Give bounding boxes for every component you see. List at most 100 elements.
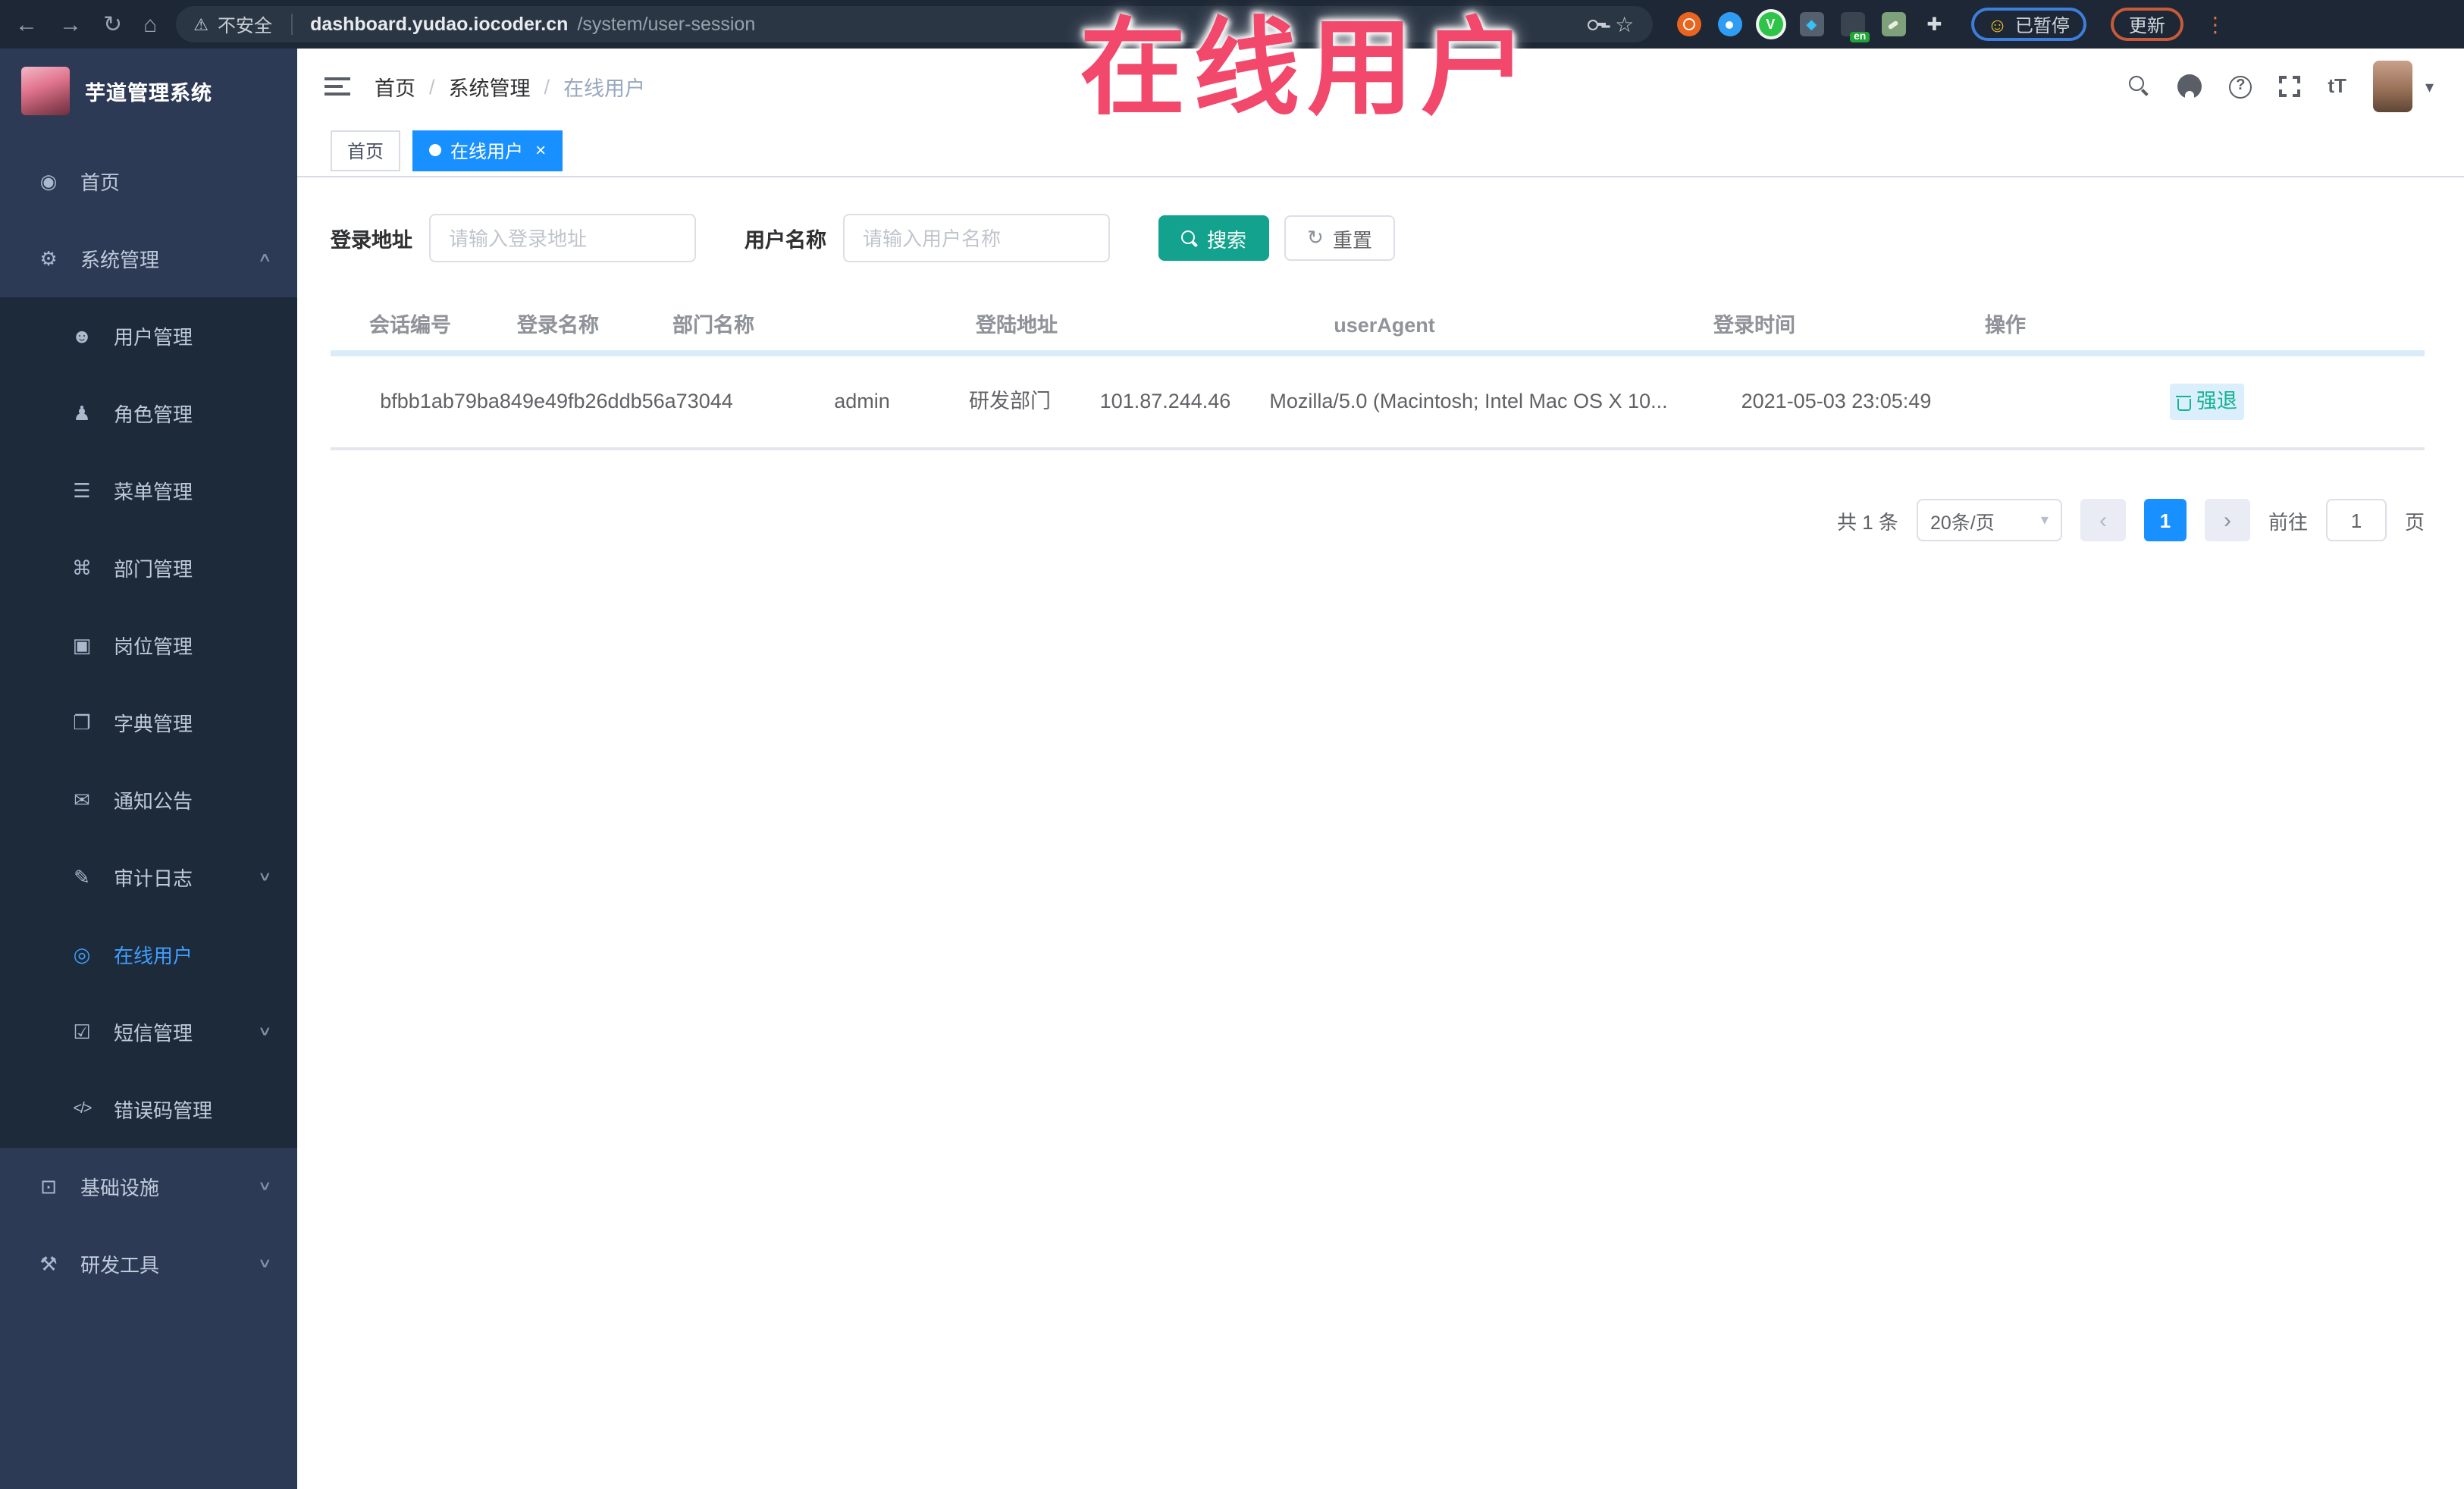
column-header: 部门名称 bbox=[672, 313, 754, 337]
sidebar-item-label: 审计日志 bbox=[114, 867, 193, 890]
search-icon[interactable] bbox=[2129, 76, 2150, 97]
user-icon: ☻ bbox=[71, 324, 92, 347]
screen: ← → ↻ ⌂ ⚠ 不安全 dashboard.yudao.iocoder.cn /s… bbox=[0, 0, 2464, 1489]
vpn-ext-icon[interactable] bbox=[1758, 12, 1783, 36]
table-header: 会话编号 登录名称 部门名称 登陆地址 userAgent 登录时间 操作 bbox=[331, 302, 2425, 356]
sidebar-item-label: 首页 bbox=[80, 171, 121, 194]
close-icon[interactable]: × bbox=[532, 141, 546, 159]
sms-icon: ☑ bbox=[73, 1020, 91, 1042]
breadcrumb-item: 在线用户 bbox=[563, 77, 646, 100]
force-logout-button[interactable]: 强退 bbox=[2169, 383, 2243, 421]
textsize-icon[interactable] bbox=[2328, 73, 2346, 100]
hamburger-icon[interactable] bbox=[324, 77, 350, 96]
sidebar-item-label: 菜单管理 bbox=[114, 481, 193, 503]
top-navbar: 首页 / 系统管理 / 在线用户 ▾ bbox=[297, 49, 2464, 124]
address-bar[interactable]: ⚠ 不安全 dashboard.yudao.iocoder.cn /system… bbox=[175, 6, 1653, 42]
next-page-button[interactable]: › bbox=[2204, 499, 2250, 541]
cell-user-agent: Mozilla/5.0 (Macintosh; Intel Mac OS X 1… bbox=[1269, 389, 1668, 412]
breadcrumb-item[interactable]: 系统管理 bbox=[449, 71, 531, 102]
fullscreen-icon[interactable] bbox=[2279, 76, 2301, 97]
sidebar-item[interactable]: ⚒ 研发工具 ∨ bbox=[0, 1225, 297, 1302]
star-icon[interactable]: ☆ bbox=[1615, 11, 1634, 37]
audit-icon: ✎ bbox=[74, 865, 90, 888]
help-icon[interactable] bbox=[2229, 75, 2252, 98]
sidebar-item[interactable]: ☻ 用户管理 bbox=[0, 297, 297, 375]
warning-icon: ⚠ bbox=[193, 16, 209, 34]
gem-ext-icon[interactable] bbox=[1799, 12, 1824, 36]
cell-session-id: bfbb1ab79ba849e49fb26ddb56a73044 bbox=[380, 389, 733, 412]
avatar bbox=[2373, 61, 2413, 112]
reload-icon[interactable]: ↻ bbox=[103, 13, 122, 36]
page-suffix: 页 bbox=[2404, 510, 2425, 533]
sidebar-item-label: 短信管理 bbox=[114, 1022, 193, 1045]
sidebar-item-label: 岗位管理 bbox=[114, 635, 193, 658]
breadcrumb-item[interactable]: 首页 bbox=[375, 71, 415, 102]
sidebar-item[interactable]: ☑ 短信管理 ∨ bbox=[0, 993, 297, 1071]
cell-login-name: admin bbox=[834, 389, 890, 412]
trash-icon bbox=[2175, 393, 2190, 410]
back-icon[interactable]: ← bbox=[15, 13, 38, 36]
pin-ext-icon[interactable] bbox=[1717, 12, 1742, 36]
sidebar-item-label: 研发工具 bbox=[80, 1254, 160, 1277]
sidebar-item[interactable]: ⊡ 基础设施 ∨ bbox=[0, 1148, 297, 1225]
username-input[interactable] bbox=[843, 214, 1110, 262]
chevron-up-icon: ∧ bbox=[257, 251, 272, 266]
sidebar-item[interactable]: ⚙ 系统管理 ∧ bbox=[0, 220, 297, 297]
user-menu[interactable]: ▾ bbox=[2373, 61, 2434, 112]
page-number-button[interactable]: 1 bbox=[2143, 499, 2187, 541]
column-header: 操作 bbox=[1985, 313, 2026, 337]
total-count: 共 1 条 bbox=[1837, 510, 1898, 533]
search-button-label: 搜索 bbox=[1207, 228, 1247, 251]
sidebar-menu: ◉ 首页 ⚙ 系统管理 ∧ ☻ 用户管理 ♟ 角色管理 ☰ 菜单管理 ⌘ 部门管… bbox=[0, 143, 297, 1302]
ubuntu-ext-icon[interactable] bbox=[1676, 12, 1701, 36]
tags-view-bar: 首页 在线用户 × bbox=[297, 124, 2464, 177]
sidebar-item[interactable]: ❐ 字典管理 bbox=[0, 684, 297, 761]
filter-form: 登录地址 用户名称 搜索 ↻ 重置 bbox=[331, 214, 2425, 262]
sidebar-item[interactable]: ✉ 通知公告 bbox=[0, 761, 297, 839]
page-size-value: 20条/页 bbox=[1930, 512, 1995, 533]
search-button[interactable]: 搜索 bbox=[1158, 215, 1270, 261]
prev-page-button[interactable]: ‹ bbox=[2080, 499, 2126, 541]
active-dot bbox=[429, 144, 442, 156]
goto-page-input[interactable] bbox=[2325, 499, 2387, 541]
translate-ext-icon[interactable] bbox=[1840, 12, 1870, 42]
sidebar-item[interactable]: ♟ 角色管理 bbox=[0, 375, 297, 452]
key-icon[interactable] bbox=[1588, 17, 1607, 32]
pagination: 共 1 条 20条/页 ▾ ‹ 1 › 前往 页 bbox=[331, 499, 2425, 541]
extensions-row bbox=[1676, 12, 1946, 42]
sidebar-item[interactable]: ▣ 岗位管理 bbox=[0, 607, 297, 684]
sidebar-item[interactable]: </> 错误码管理 bbox=[0, 1071, 297, 1148]
view-tab[interactable]: 在线用户 × bbox=[412, 130, 563, 171]
page-size-select[interactable]: 20条/页 ▾ bbox=[1916, 499, 2062, 541]
login-address-input[interactable] bbox=[429, 214, 696, 262]
sidebar-item[interactable]: ✎ 审计日志 ∨ bbox=[0, 839, 297, 916]
extensions-puzzle-icon[interactable] bbox=[1922, 12, 1946, 36]
sidebar-item-label: 通知公告 bbox=[114, 790, 193, 813]
view-tab[interactable]: 首页 bbox=[331, 130, 401, 171]
page-content: 登录地址 用户名称 搜索 ↻ 重置 bbox=[297, 177, 2464, 1489]
sidebar-item[interactable]: ☰ 菜单管理 bbox=[0, 452, 297, 529]
navbar-actions: ▾ bbox=[2129, 61, 2434, 112]
sidebar-item[interactable]: ◉ 首页 bbox=[0, 143, 297, 220]
forward-icon[interactable]: → bbox=[59, 13, 82, 36]
update-button[interactable]: 更新 bbox=[2110, 8, 2183, 41]
sidebar-item-label: 错误码管理 bbox=[114, 1099, 213, 1122]
select-caret-icon: ▾ bbox=[2040, 512, 2049, 528]
browser-menu-icon[interactable]: ⋮ bbox=[2205, 11, 2226, 37]
caret-down-icon: ▾ bbox=[2425, 78, 2434, 96]
home-icon[interactable]: ⌂ bbox=[143, 13, 157, 36]
column-header: userAgent bbox=[1334, 313, 1435, 337]
cell-login-time: 2021-05-03 23:05:49 bbox=[1741, 389, 1932, 412]
sidebar-item[interactable]: ⌘ 部门管理 bbox=[0, 529, 297, 607]
dashboard-icon: ◉ bbox=[39, 169, 58, 192]
column-header: 登录时间 bbox=[1713, 313, 1795, 337]
sidebar-item-label: 系统管理 bbox=[80, 249, 160, 271]
reset-button[interactable]: ↻ 重置 bbox=[1284, 215, 1395, 261]
wallet-ext-icon[interactable] bbox=[1881, 12, 1906, 36]
chevron-down-icon: ∨ bbox=[257, 870, 272, 885]
github-icon[interactable] bbox=[2177, 74, 2202, 99]
paused-badge[interactable]: ☺ 已暂停 bbox=[1970, 8, 2086, 41]
sidebar-item[interactable]: ◎ 在线用户 bbox=[0, 916, 297, 993]
cell-login-address: 101.87.244.46 bbox=[1099, 389, 1231, 412]
url-host: dashboard.yudao.iocoder.cn bbox=[310, 14, 569, 35]
